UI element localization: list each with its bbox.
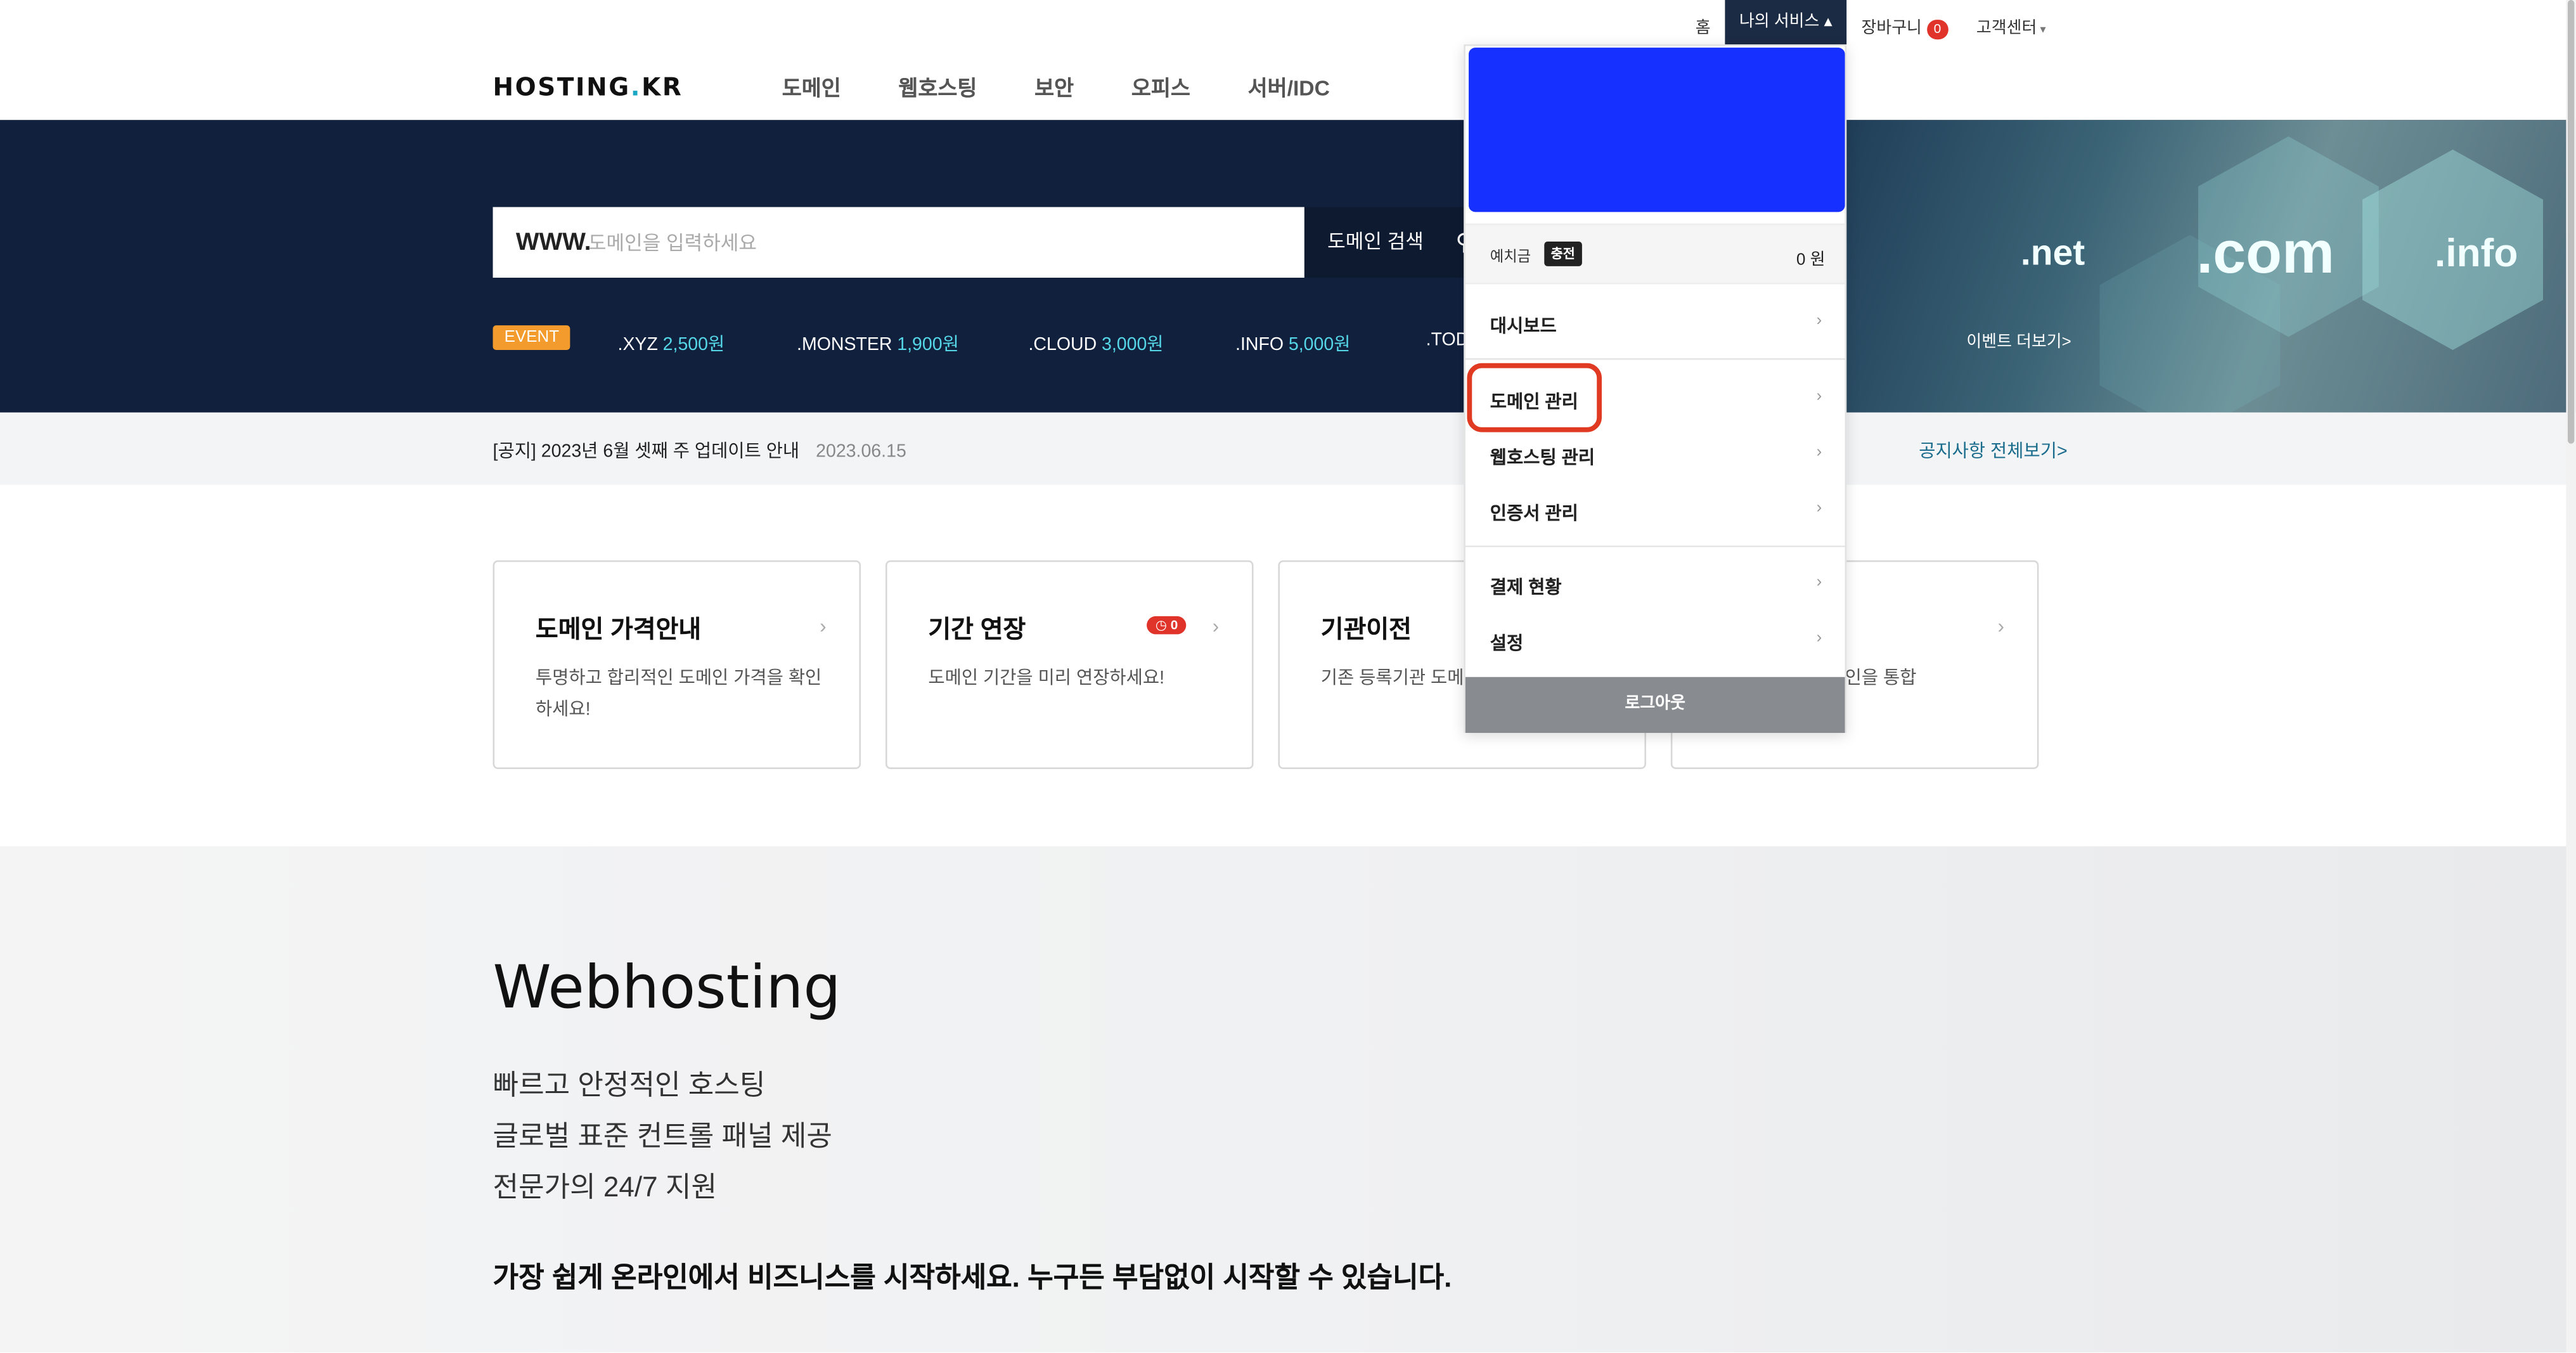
card-domain-price[interactable]: 도메인 가격안내 투명하고 합리적인 도메인 가격을 확인하세요! › — [493, 560, 861, 769]
card-desc: 투명하고 합리적인 도메인 가격을 확인하세요! — [535, 668, 822, 720]
scrollbar-thumb[interactable] — [2567, 0, 2575, 444]
logout-button[interactable]: 로그아웃 — [1465, 676, 1845, 733]
menu-item-dashboard[interactable]: 대시보드 › — [1465, 299, 1845, 349]
chevron-right-icon: › — [1816, 629, 1822, 648]
menu-item-webhosting-manage[interactable]: 웹호스팅 관리 › — [1465, 430, 1845, 480]
price-tld: .INFO — [1235, 335, 1284, 355]
support-link[interactable]: 고객센터 ▾ — [1976, 13, 2046, 38]
notice-date: 2023.06.15 — [816, 442, 906, 462]
price-item[interactable]: .XYZ 2,500원 — [618, 330, 725, 356]
domain-search-input[interactable] — [588, 225, 1278, 262]
caret-down-icon: ▾ — [2040, 24, 2046, 37]
nav-webhosting[interactable]: 웹호스팅 — [898, 70, 977, 101]
chevron-right-icon: › — [1816, 573, 1822, 592]
price-tld: .TOD — [1426, 330, 1469, 351]
highlight-ring — [1467, 363, 1602, 432]
domain-search-box: WWW. — [493, 207, 1304, 278]
price-item[interactable]: .INFO 5,000원 — [1235, 330, 1350, 356]
hero-section: .net .com .info 이벤트 더보기> WWW. 도메인 검색⚲ EV… — [0, 120, 2576, 413]
card-desc: 도메인 기간을 미리 연장하세요! — [928, 668, 1165, 689]
dropdown-banner[interactable] — [1469, 48, 1845, 212]
chevron-right-icon: › — [1816, 499, 1822, 518]
webhosting-title: Webhosting — [493, 954, 841, 1023]
menu-item-label: 설정 — [1490, 634, 1524, 654]
webhosting-tagline: 가장 쉽게 온라인에서 비즈니스를 시작하세요. 누구든 부담없이 시작할 수 … — [493, 1262, 1452, 1293]
deposit-label: 예치금 — [1490, 248, 1531, 265]
deposit-amount: 0 원 — [1796, 251, 1826, 270]
card-title: 기관이전 — [1320, 616, 1412, 644]
card-title: 기간 연장 — [928, 616, 1026, 644]
price-value: 5,000원 — [1288, 335, 1351, 355]
logo[interactable]: HOSTING.KR — [493, 72, 683, 102]
menu-item-cert-manage[interactable]: 인증서 관리 › — [1465, 486, 1845, 536]
webhosting-features: 빠르고 안정적인 호스팅 글로벌 표준 컨트롤 패널 제공 전문가의 24/7 … — [493, 1060, 832, 1213]
logo-text-a: HOSTING — [493, 72, 631, 102]
price-value: 3,000원 — [1101, 335, 1164, 355]
cart-link[interactable]: 장바구니 0 — [1861, 13, 1948, 40]
notice-bar: [공지] 2023년 6월 셋째 주 업데이트 안내 2023.06.15 공지사… — [0, 412, 2576, 485]
divider — [1465, 358, 1845, 360]
chevron-right-icon: › — [1997, 614, 2004, 638]
search-button-label: 도메인 검색 — [1327, 230, 1424, 254]
page: 홈 나의 서비스 ▴ 장바구니 0 고객센터 ▾ HOSTING.KR 도메인 웹호… — [0, 0, 2576, 1353]
price-tld: .XYZ — [617, 335, 658, 355]
price-item[interactable]: .CLOUD 3,000원 — [1028, 330, 1163, 356]
renewal-count-badge: ◷ 0 — [1147, 616, 1187, 635]
event-badge: EVENT — [493, 325, 571, 351]
nav-security[interactable]: 보안 — [1034, 70, 1074, 101]
price-value: 1,900원 — [897, 335, 959, 355]
cart-count-badge: 0 — [1926, 20, 1948, 40]
menu-item-label: 웹호스팅 관리 — [1490, 448, 1595, 469]
page-scrollbar[interactable] — [2566, 0, 2576, 1353]
main-nav: 도메인 웹호스팅 보안 오피스 서버/IDC — [782, 70, 1388, 101]
banner-tld-com: .com — [2196, 218, 2335, 286]
card-desc: 인을 통합 — [1845, 668, 1917, 689]
banner-tld-info: .info — [2435, 231, 2518, 276]
chevron-right-icon: › — [820, 614, 827, 638]
notice-text: [공지] 2023년 6월 셋째 주 업데이트 안내 — [493, 442, 800, 462]
menu-item-payment[interactable]: 결제 현황 › — [1465, 560, 1845, 610]
price-value: 2,500원 — [662, 335, 725, 355]
chevron-right-icon: › — [1816, 312, 1822, 330]
feature-line: 전문가의 24/7 지원 — [493, 1171, 717, 1203]
price-item[interactable]: .MONSTER 1,900원 — [797, 330, 959, 356]
my-service-dropdown: 예치금 충전 0 원 대시보드 › 도메인 관리 › 웹호스팅 관리 › 인증서 관리… — [1464, 44, 1847, 733]
logo-text-b: KR — [641, 72, 683, 102]
deposit-row: 예치금 충전 0 원 — [1465, 223, 1845, 285]
card-renewal[interactable]: 기간 연장 도메인 기간을 미리 연장하세요! ◷ 0 › — [885, 560, 1254, 769]
feature-line: 글로벌 표준 컨트롤 패널 제공 — [493, 1120, 832, 1152]
chevron-right-icon: › — [1816, 387, 1822, 406]
notice-all-link[interactable]: 공지사항 전체보기> — [1919, 437, 2067, 463]
webhosting-section: Webhosting 빠르고 안정적인 호스팅 글로벌 표준 컨트롤 패널 제공… — [0, 846, 2576, 1353]
card-title: 도메인 가격안내 — [535, 616, 702, 644]
nav-server-idc[interactable]: 서버/IDC — [1248, 70, 1330, 101]
logo-dot: . — [630, 72, 642, 102]
my-service-button[interactable]: 나의 서비스 ▴ — [1725, 0, 1847, 44]
event-more-link[interactable]: 이벤트 더보기> — [1966, 327, 2071, 352]
utility-bar: 홈 나의 서비스 ▴ 장바구니 0 고객센터 ▾ — [0, 0, 2576, 44]
menu-item-label: 결제 현황 — [1490, 578, 1562, 599]
chevron-right-icon: › — [1212, 614, 1220, 638]
cart-label: 장바구니 — [1861, 20, 1922, 38]
support-label: 고객센터 — [1976, 20, 2037, 38]
price-item[interactable]: .TOD — [1426, 330, 1469, 350]
charge-button[interactable]: 충전 — [1544, 241, 1582, 266]
domain-search-button[interactable]: 도메인 검색⚲ — [1304, 207, 1472, 278]
banner-tld-net: .net — [2020, 231, 2085, 273]
price-tld: .MONSTER — [797, 335, 892, 355]
nav-office[interactable]: 오피스 — [1131, 70, 1190, 101]
chevron-right-icon: › — [1816, 443, 1822, 462]
menu-item-label: 대시보드 — [1490, 317, 1557, 337]
home-link[interactable]: 홈 — [1696, 13, 1711, 38]
divider — [1465, 545, 1845, 548]
nav-domain[interactable]: 도메인 — [782, 70, 841, 101]
menu-item-settings[interactable]: 설정 › — [1465, 616, 1845, 666]
feature-line: 빠르고 안정적인 호스팅 — [493, 1070, 766, 1101]
price-tld: .CLOUD — [1028, 335, 1097, 355]
renewal-count: 0 — [1170, 618, 1178, 633]
notice-link[interactable]: [공지] 2023년 6월 셋째 주 업데이트 안내 2023.06.15 — [493, 437, 906, 463]
www-prefix: WWW. — [515, 228, 591, 257]
menu-item-label: 인증서 관리 — [1490, 504, 1578, 524]
